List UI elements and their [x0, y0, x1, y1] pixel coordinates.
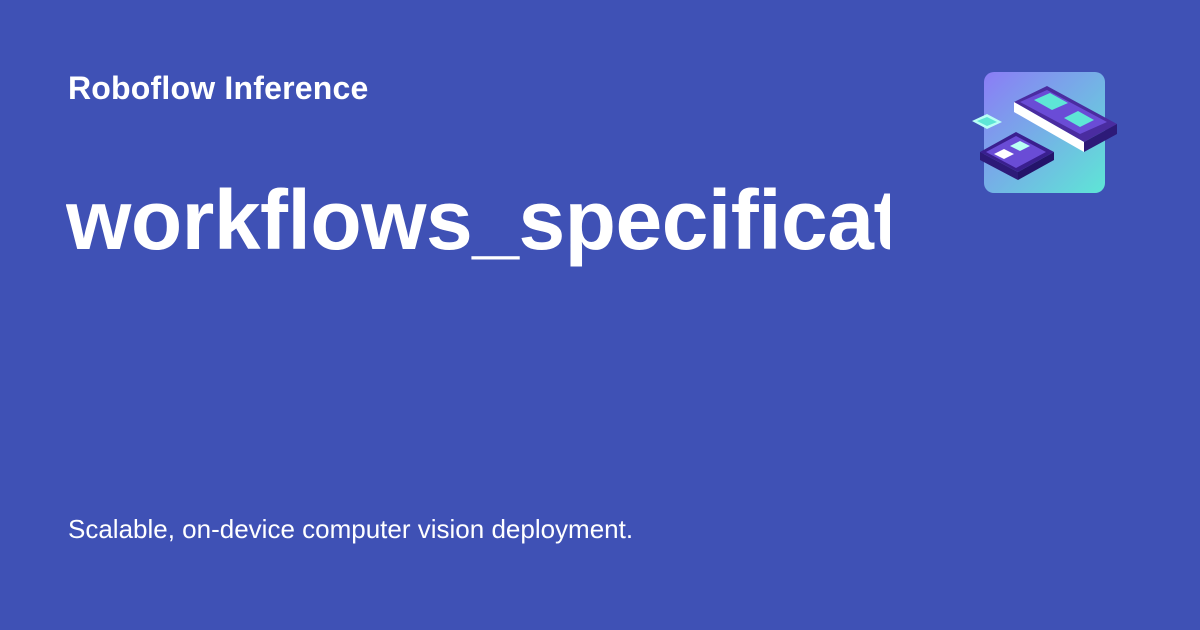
page-title-container: workflows_specification	[66, 170, 890, 270]
site-name: Roboflow Inference	[68, 70, 369, 106]
page-title: workflows_specification	[66, 173, 890, 267]
site-description: Scalable, on-device computer vision depl…	[68, 514, 634, 544]
hardware-chip-logo-icon	[972, 72, 1117, 193]
